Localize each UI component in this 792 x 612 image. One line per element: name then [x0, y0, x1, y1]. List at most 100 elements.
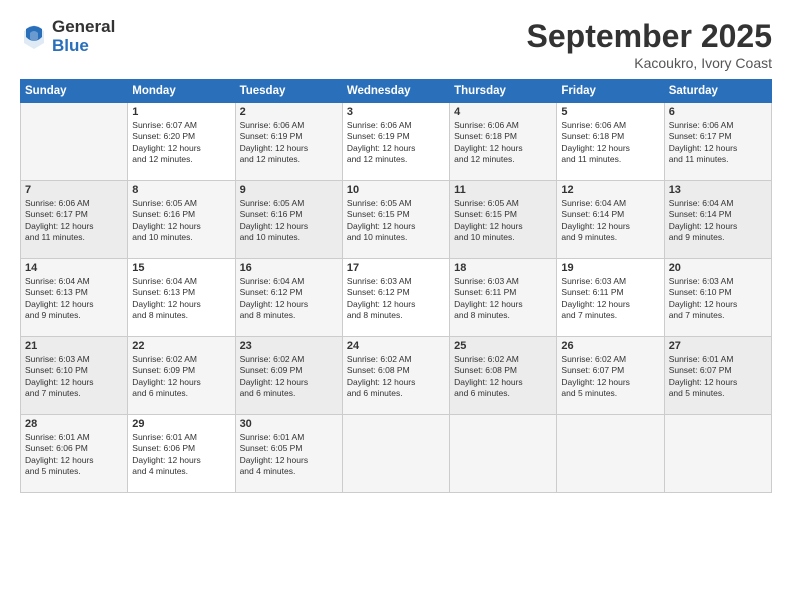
table-row: 1 Sunrise: 6:07 AM Sunset: 6:20 PM Daylig… — [128, 103, 235, 181]
day-info: Sunrise: 6:04 AM Sunset: 6:13 PM Dayligh… — [132, 276, 230, 322]
day-info: Sunrise: 6:03 AM Sunset: 6:10 PM Dayligh… — [669, 276, 767, 322]
logo-general: General — [52, 18, 115, 37]
logo-blue: Blue — [52, 37, 115, 56]
table-row — [21, 103, 128, 181]
day-number: 8 — [132, 184, 230, 196]
table-row: 18Sunrise: 6:03 AM Sunset: 6:11 PM Dayli… — [450, 259, 557, 337]
day-info: Sunrise: 6:02 AM Sunset: 6:08 PM Dayligh… — [454, 354, 552, 400]
table-row: 23Sunrise: 6:02 AM Sunset: 6:09 PM Dayli… — [235, 337, 342, 415]
day-info: Sunrise: 6:04 AM Sunset: 6:14 PM Dayligh… — [561, 198, 659, 244]
header-monday: Monday — [128, 80, 235, 103]
day-info: Sunrise: 6:01 AM Sunset: 6:06 PM Dayligh… — [132, 432, 230, 478]
day-info: Sunrise: 6:05 AM Sunset: 6:15 PM Dayligh… — [347, 198, 445, 244]
day-number: 13 — [669, 184, 767, 196]
calendar-week-row: 14 Sunrise: 6:04 AM Sunset: 6:13 PM Dayli… — [21, 259, 772, 337]
month-title: September 2025 — [527, 18, 772, 55]
header-tuesday: Tuesday — [235, 80, 342, 103]
day-number: 15 — [132, 262, 230, 274]
header-sunday: Sunday — [21, 80, 128, 103]
day-info: Sunrise: 6:06 AM Sunset: 6:19 PM Dayligh… — [347, 120, 445, 166]
day-info: Sunrise: 6:04 AM Sunset: 6:13 PM Dayligh… — [25, 276, 123, 322]
day-info: Sunrise: 6:05 AM Sunset: 6:16 PM Dayligh… — [132, 198, 230, 244]
day-number: 17 — [347, 262, 445, 274]
day-info: Sunrise: 6:02 AM Sunset: 6:07 PM Dayligh… — [561, 354, 659, 400]
subtitle: Kacoukro, Ivory Coast — [527, 55, 772, 71]
table-row: 21Sunrise: 6:03 AM Sunset: 6:10 PM Dayli… — [21, 337, 128, 415]
day-number: 7 — [25, 184, 123, 196]
day-number: 4 — [454, 106, 552, 118]
table-row: 12 Sunrise: 6:04 AM Sunset: 6:14 PM Dayli… — [557, 181, 664, 259]
day-number: 25 — [454, 340, 552, 352]
page: General Blue September 2025 Kacoukro, Iv… — [0, 0, 792, 612]
day-info: Sunrise: 6:03 AM Sunset: 6:12 PM Dayligh… — [347, 276, 445, 322]
day-info: Sunrise: 6:06 AM Sunset: 6:18 PM Dayligh… — [454, 120, 552, 166]
calendar: Sunday Monday Tuesday Wednesday Thursday… — [20, 79, 772, 493]
table-row — [664, 415, 771, 493]
table-row: 9 Sunrise: 6:05 AM Sunset: 6:16 PM Daylig… — [235, 181, 342, 259]
table-row: 24 Sunrise: 6:02 AM Sunset: 6:08 PM Dayli… — [342, 337, 449, 415]
table-row: 2Sunrise: 6:06 AM Sunset: 6:19 PM Daylig… — [235, 103, 342, 181]
day-number: 11 — [454, 184, 552, 196]
table-row: 4 Sunrise: 6:06 AM Sunset: 6:18 PM Daylig… — [450, 103, 557, 181]
day-info: Sunrise: 6:02 AM Sunset: 6:09 PM Dayligh… — [240, 354, 338, 400]
day-number: 19 — [561, 262, 659, 274]
header: General Blue September 2025 Kacoukro, Iv… — [20, 18, 772, 71]
table-row: 5 Sunrise: 6:06 AM Sunset: 6:18 PM Daylig… — [557, 103, 664, 181]
day-number: 22 — [132, 340, 230, 352]
day-number: 16 — [240, 262, 338, 274]
day-number: 28 — [25, 418, 123, 430]
table-row — [450, 415, 557, 493]
calendar-week-row: 7Sunrise: 6:06 AM Sunset: 6:17 PM Daylig… — [21, 181, 772, 259]
table-row: 25 Sunrise: 6:02 AM Sunset: 6:08 PM Dayli… — [450, 337, 557, 415]
day-number: 30 — [240, 418, 338, 430]
table-row: 13 Sunrise: 6:04 AM Sunset: 6:14 PM Dayli… — [664, 181, 771, 259]
day-info: Sunrise: 6:07 AM Sunset: 6:20 PM Dayligh… — [132, 120, 230, 166]
day-number: 3 — [347, 106, 445, 118]
day-info: Sunrise: 6:01 AM Sunset: 6:07 PM Dayligh… — [669, 354, 767, 400]
day-number: 5 — [561, 106, 659, 118]
table-row: 30Sunrise: 6:01 AM Sunset: 6:05 PM Dayli… — [235, 415, 342, 493]
day-number: 1 — [132, 106, 230, 118]
table-row — [342, 415, 449, 493]
day-number: 12 — [561, 184, 659, 196]
day-info: Sunrise: 6:05 AM Sunset: 6:15 PM Dayligh… — [454, 198, 552, 244]
table-row: 19 Sunrise: 6:03 AM Sunset: 6:11 PM Dayli… — [557, 259, 664, 337]
calendar-header-row: Sunday Monday Tuesday Wednesday Thursday… — [21, 80, 772, 103]
table-row: 7Sunrise: 6:06 AM Sunset: 6:17 PM Daylig… — [21, 181, 128, 259]
day-number: 21 — [25, 340, 123, 352]
table-row: 11 Sunrise: 6:05 AM Sunset: 6:15 PM Dayli… — [450, 181, 557, 259]
day-number: 27 — [669, 340, 767, 352]
table-row — [557, 415, 664, 493]
logo-text: General Blue — [52, 18, 115, 55]
header-friday: Friday — [557, 80, 664, 103]
day-number: 26 — [561, 340, 659, 352]
day-number: 29 — [132, 418, 230, 430]
day-info: Sunrise: 6:04 AM Sunset: 6:12 PM Dayligh… — [240, 276, 338, 322]
table-row: 29 Sunrise: 6:01 AM Sunset: 6:06 PM Dayli… — [128, 415, 235, 493]
day-number: 14 — [25, 262, 123, 274]
title-block: September 2025 Kacoukro, Ivory Coast — [527, 18, 772, 71]
table-row: 8 Sunrise: 6:05 AM Sunset: 6:16 PM Daylig… — [128, 181, 235, 259]
table-row: 6Sunrise: 6:06 AM Sunset: 6:17 PM Daylig… — [664, 103, 771, 181]
table-row: 14 Sunrise: 6:04 AM Sunset: 6:13 PM Dayli… — [21, 259, 128, 337]
day-info: Sunrise: 6:03 AM Sunset: 6:11 PM Dayligh… — [561, 276, 659, 322]
table-row: 22Sunrise: 6:02 AM Sunset: 6:09 PM Dayli… — [128, 337, 235, 415]
day-info: Sunrise: 6:04 AM Sunset: 6:14 PM Dayligh… — [669, 198, 767, 244]
table-row: 26 Sunrise: 6:02 AM Sunset: 6:07 PM Dayli… — [557, 337, 664, 415]
header-wednesday: Wednesday — [342, 80, 449, 103]
table-row: 15 Sunrise: 6:04 AM Sunset: 6:13 PM Dayli… — [128, 259, 235, 337]
calendar-week-row: 21Sunrise: 6:03 AM Sunset: 6:10 PM Dayli… — [21, 337, 772, 415]
table-row: 20Sunrise: 6:03 AM Sunset: 6:10 PM Dayli… — [664, 259, 771, 337]
day-number: 10 — [347, 184, 445, 196]
table-row: 3 Sunrise: 6:06 AM Sunset: 6:19 PM Daylig… — [342, 103, 449, 181]
day-number: 9 — [240, 184, 338, 196]
day-info: Sunrise: 6:06 AM Sunset: 6:18 PM Dayligh… — [561, 120, 659, 166]
table-row: 10 Sunrise: 6:05 AM Sunset: 6:15 PM Dayli… — [342, 181, 449, 259]
calendar-week-row: 28 Sunrise: 6:01 AM Sunset: 6:06 PM Dayli… — [21, 415, 772, 493]
day-number: 24 — [347, 340, 445, 352]
day-info: Sunrise: 6:03 AM Sunset: 6:11 PM Dayligh… — [454, 276, 552, 322]
header-saturday: Saturday — [664, 80, 771, 103]
day-number: 6 — [669, 106, 767, 118]
day-info: Sunrise: 6:05 AM Sunset: 6:16 PM Dayligh… — [240, 198, 338, 244]
day-info: Sunrise: 6:02 AM Sunset: 6:08 PM Dayligh… — [347, 354, 445, 400]
